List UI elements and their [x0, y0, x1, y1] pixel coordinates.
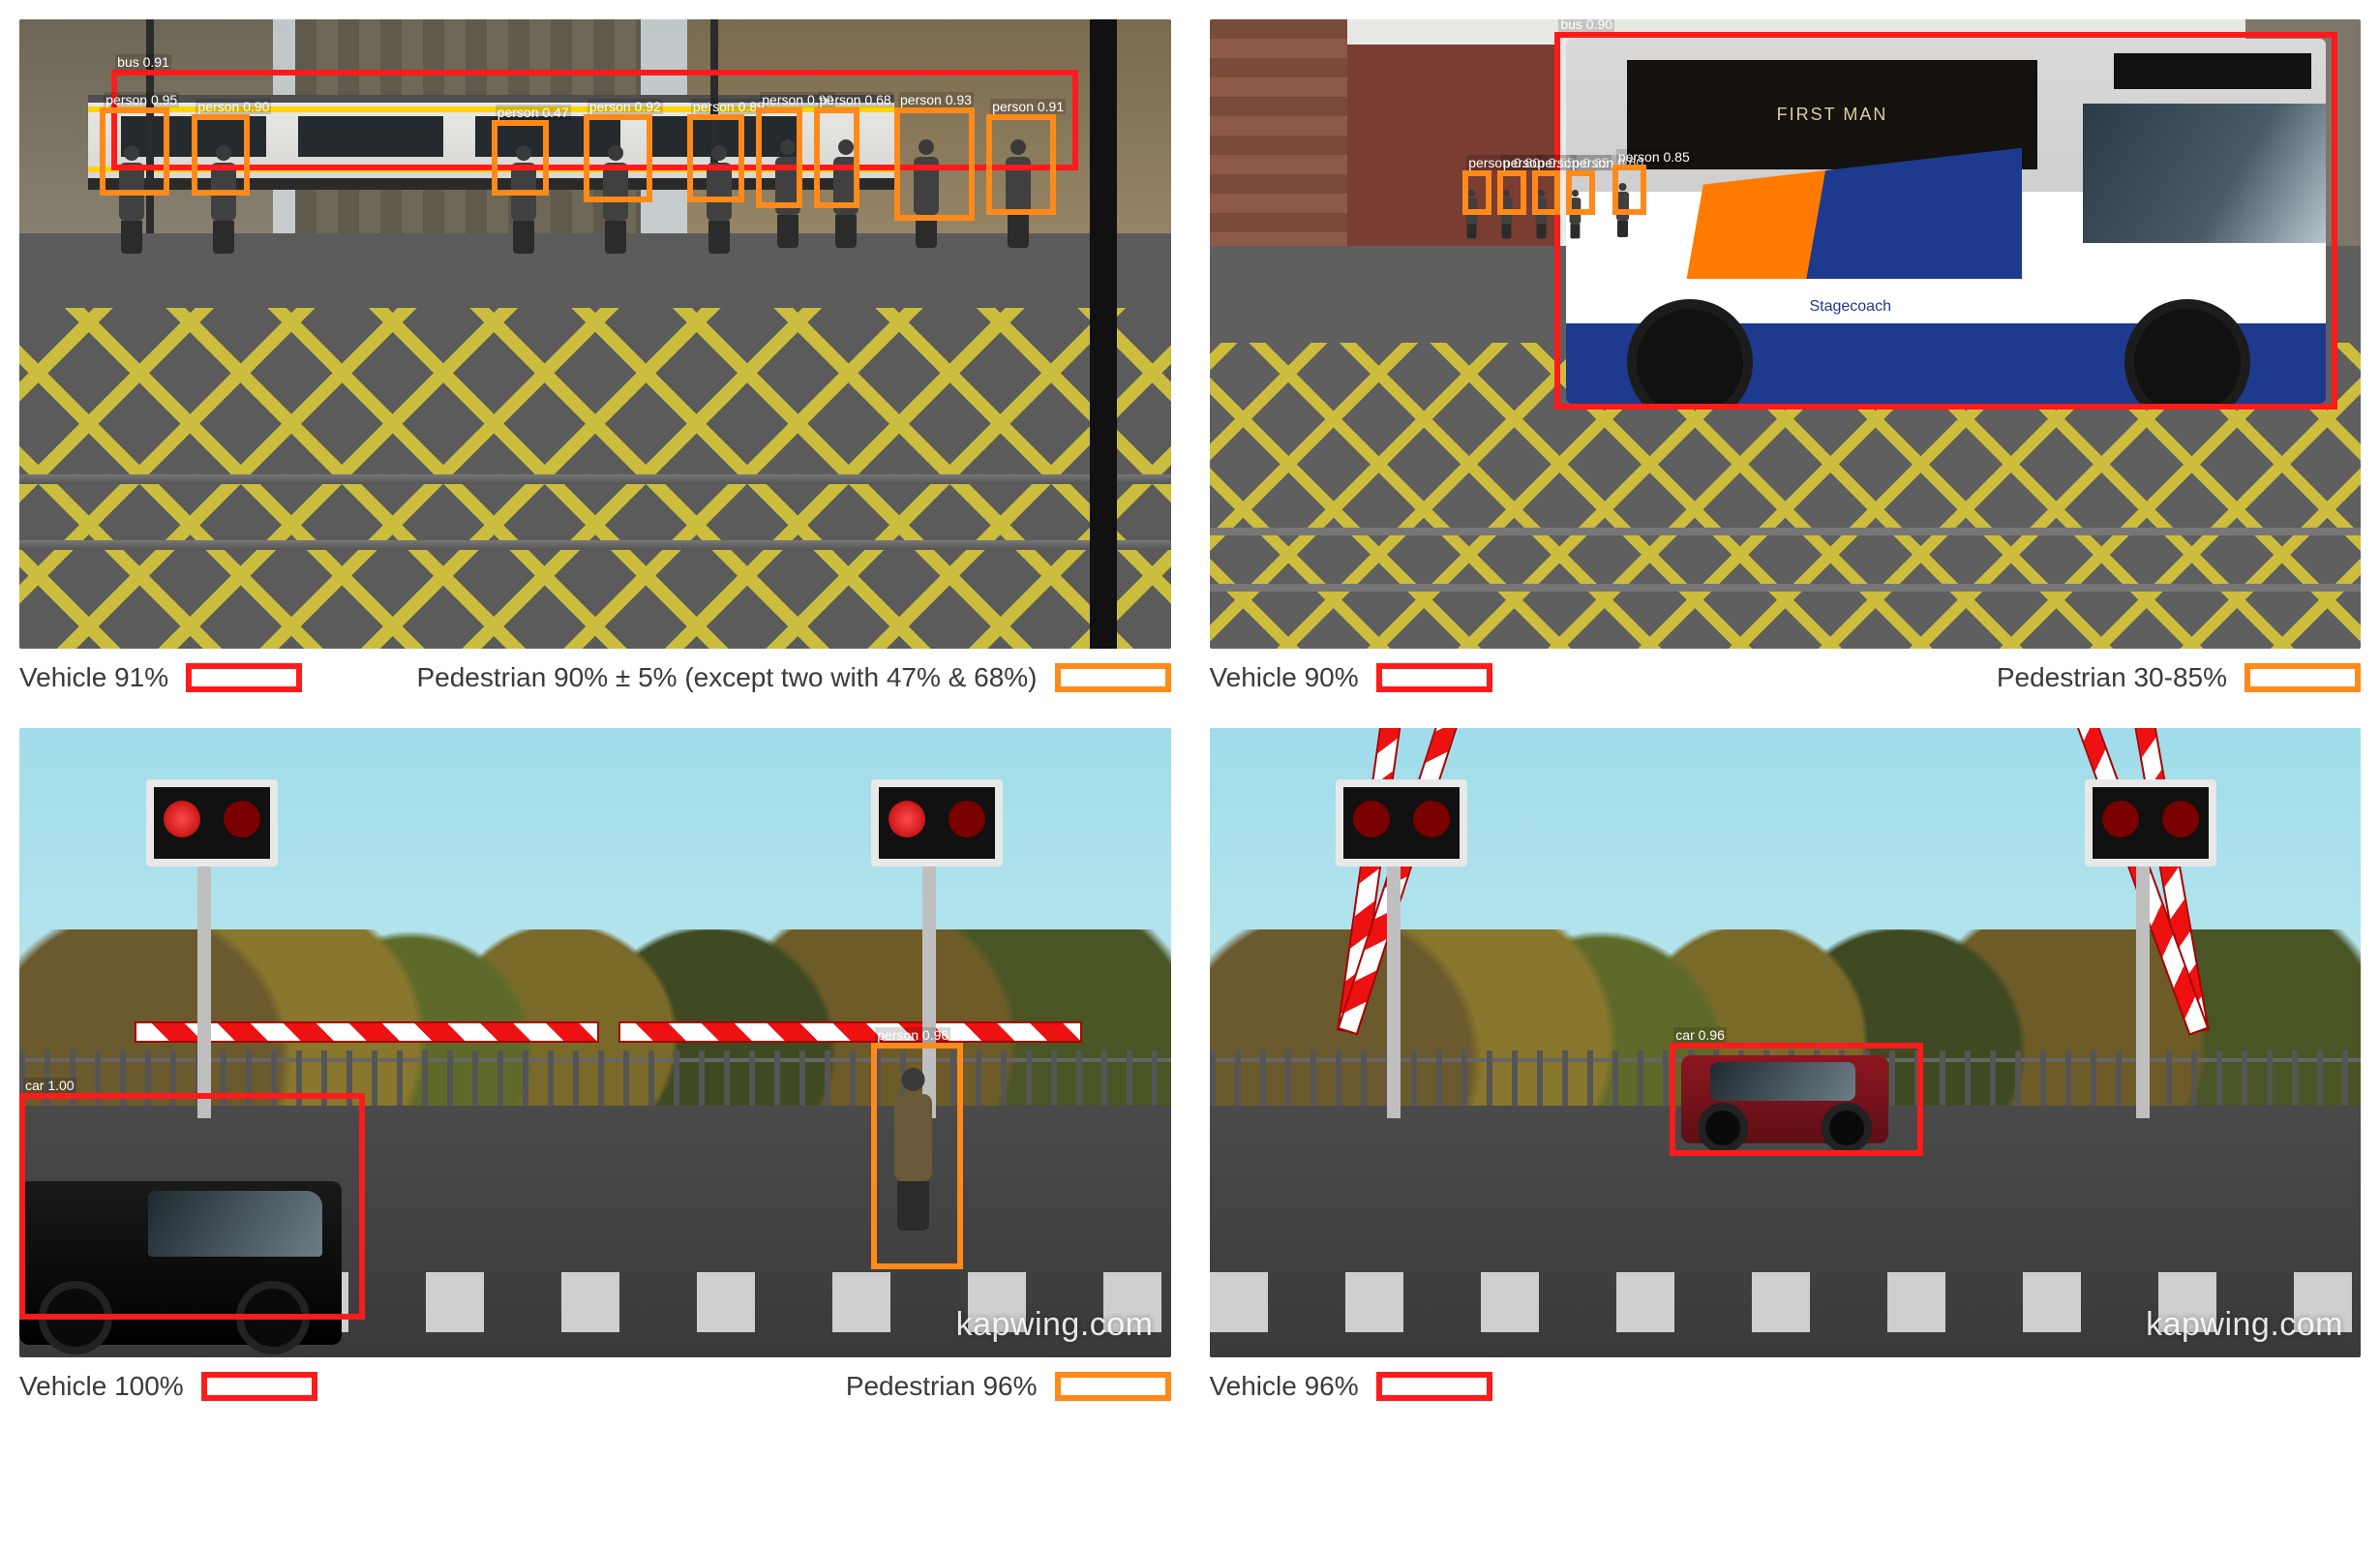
detection-label: person 0.90 [196, 99, 271, 114]
detection-label: person 0.91 [990, 99, 1066, 114]
detection-box: person 0.35 [1532, 170, 1561, 215]
detection-label: person 0.88 [691, 99, 767, 114]
vehicle-swatch [1376, 663, 1492, 692]
vehicle-label: Vehicle 91% [19, 662, 168, 693]
detection-box: person 0.95 [100, 107, 168, 196]
vehicle-label: Vehicle 100% [19, 1371, 184, 1402]
caption: Vehicle 90% Pedestrian 30-85% [1210, 662, 2362, 693]
panel-bus: FIRST MAN Stagecoach bus 0.90person 0.80… [1210, 19, 2362, 693]
detection-box: person 0.80 [1462, 170, 1491, 215]
detection-box: person 0.88 [687, 114, 744, 202]
detection-box: person 0.96 [871, 1043, 963, 1269]
detections: bus 0.90 person 0.80person 0.55person 0.3… [1210, 19, 2362, 649]
detection-box: person 0.47 [492, 120, 549, 196]
detection-box: person 0.90 [192, 114, 249, 197]
detection-label: person 0.68 [818, 92, 893, 107]
panel-grid: bus 0.91 person 0.95 person 0.90 person 0.4… [19, 19, 2361, 1402]
panel-tram: bus 0.91 person 0.95 person 0.90 person 0.4… [19, 19, 1171, 693]
caption: Vehicle 100% Pedestrian 96% [19, 1371, 1171, 1402]
pedestrian-swatch [1055, 1372, 1171, 1401]
vehicle-swatch [1376, 1372, 1492, 1401]
detection-label: person 0.85 [1616, 149, 1692, 165]
scene-lc-open: kapwing.com car 0.96 [1210, 728, 2362, 1357]
detection-label: person 0.47 [496, 105, 571, 120]
pedestrian-label: Pedestrian 90% ± 5% (except two with 47%… [416, 662, 1037, 693]
detection-box: person 0.85 [1612, 165, 1647, 215]
detection-box: person 0.55 [1497, 170, 1526, 215]
detection-label: car 0.96 [1673, 1027, 1727, 1043]
pedestrian-swatch [2244, 663, 2361, 692]
detections: car 1.00 person 0.96 [19, 728, 1171, 1357]
detection-label: car 1.00 [23, 1078, 76, 1093]
caption: Vehicle 96% [1210, 1371, 2362, 1402]
panel-lc-open: kapwing.com car 0.96 Vehicle 96% [1210, 728, 2362, 1402]
detection-label: bus 0.90 [1558, 19, 1614, 32]
scene-bus: FIRST MAN Stagecoach bus 0.90person 0.80… [1210, 19, 2362, 649]
detection-figure: bus 0.91 person 0.95 person 0.90 person 0.4… [0, 0, 2380, 1431]
panel-lc-closed: kapwing.com car 1.00person 0.96 Vehicle … [19, 728, 1171, 1402]
detection-box: person 0.60 [1566, 170, 1595, 215]
scene-tram: bus 0.91 person 0.95 person 0.90 person 0.4… [19, 19, 1171, 649]
detection-box: person 0.92 [584, 114, 652, 202]
detection-label: person 0.92 [587, 99, 663, 114]
detection-box: person 0.68 [814, 107, 860, 208]
pedestrian-swatch [1055, 663, 1171, 692]
pedestrian-label: Pedestrian 96% [846, 1371, 1038, 1402]
caption: Vehicle 91% Pedestrian 90% ± 5% (except … [19, 662, 1171, 693]
detection-box: car 0.96 [1670, 1043, 1923, 1156]
detection-label: person 0.96 [875, 1027, 950, 1043]
detection-box: car 1.00 [19, 1093, 365, 1320]
vehicle-swatch [201, 1372, 317, 1401]
detection-label: bus 0.91 [115, 54, 171, 70]
detection-label: person 0.95 [104, 92, 179, 107]
detection-box: person 0.91 [986, 114, 1055, 215]
detection-box: person 0.90 [756, 107, 802, 208]
detections: car 0.96 [1210, 728, 2362, 1357]
vehicle-label: Vehicle 90% [1210, 662, 1359, 693]
detections: bus 0.91 person 0.95 person 0.90 person 0.4… [19, 19, 1171, 649]
pedestrian-label: Pedestrian 30-85% [1997, 662, 2227, 693]
detection-box: person 0.93 [894, 107, 975, 221]
detection-label: person 0.93 [898, 92, 974, 107]
vehicle-label: Vehicle 96% [1210, 1371, 1359, 1402]
detection-box: bus 0.90 [1554, 32, 2337, 410]
scene-lc-closed: kapwing.com car 1.00person 0.96 [19, 728, 1171, 1357]
vehicle-swatch [186, 663, 302, 692]
